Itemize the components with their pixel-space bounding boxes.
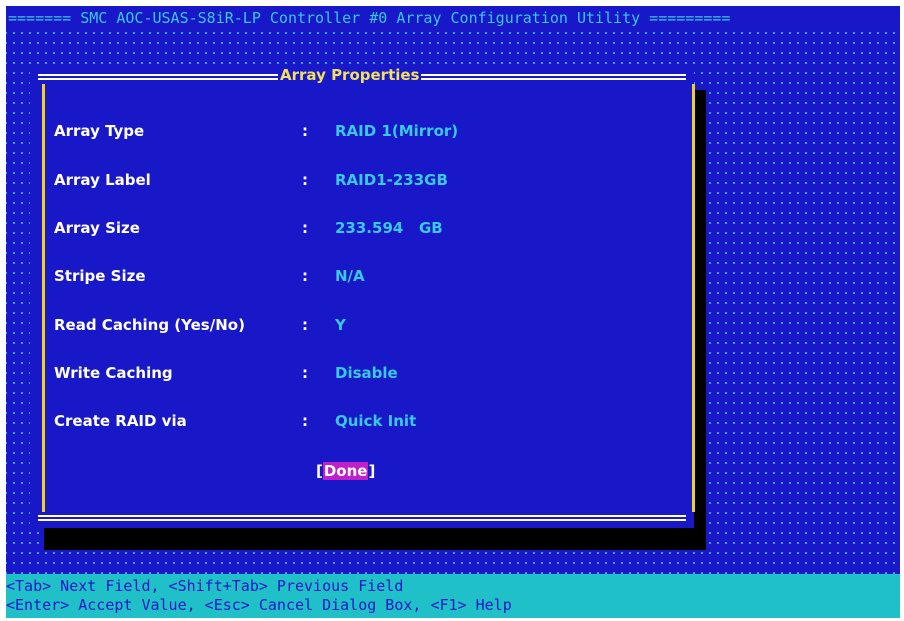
field-separator: : <box>302 122 308 140</box>
field-array-type[interactable]: Array Type : RAID 1(Mirror) <box>54 120 654 142</box>
field-write-caching[interactable]: Write Caching : Disable <box>54 362 654 384</box>
field-array-label[interactable]: Array Label : RAID1-233GB <box>54 169 654 191</box>
dialog-border-bottom-inner <box>38 519 686 521</box>
field-label: Read Caching (Yes/No) <box>54 316 245 334</box>
field-separator: : <box>302 267 308 285</box>
bios-screen: ======= SMC AOC-USAS-S8iR-LP Controller … <box>6 6 900 618</box>
field-value: Quick Init <box>335 412 417 430</box>
done-bracket-right: ] <box>368 462 376 480</box>
field-separator: : <box>302 219 308 237</box>
dialog-border-bottom <box>38 515 686 517</box>
help-line-navigation: <Tab> Next Field, <Shift+Tab> Previous F… <box>6 577 404 595</box>
field-read-caching[interactable]: Read Caching (Yes/No) : Y <box>54 314 654 336</box>
field-label: Array Type <box>54 122 145 140</box>
field-value: Disable <box>335 364 398 382</box>
field-array-size[interactable]: Array Size : 233.594 GB <box>54 217 654 239</box>
field-label: Create RAID via <box>54 412 187 430</box>
window-title: ======= SMC AOC-USAS-S8iR-LP Controller … <box>6 6 900 30</box>
array-properties-dialog: Array Properties Array Type : RAID 1(Mir… <box>30 66 695 528</box>
field-value: RAID 1(Mirror) <box>335 122 459 140</box>
field-label: Array Label <box>54 171 151 189</box>
dialog-border-right <box>692 84 695 512</box>
field-stripe-size[interactable]: Stripe Size : N/A <box>54 265 654 287</box>
done-button[interactable]: Done <box>322 462 369 480</box>
field-label: Stripe Size <box>54 267 146 285</box>
help-bar: <Tab> Next Field, <Shift+Tab> Previous F… <box>6 574 900 618</box>
dialog-border-left <box>42 84 45 512</box>
done-control: [Done] <box>316 460 375 482</box>
field-create-raid-via[interactable]: Create RAID via : Quick Init <box>54 410 654 432</box>
field-value: RAID1-233GB <box>335 171 448 189</box>
field-separator: : <box>302 412 308 430</box>
field-separator: : <box>302 171 308 189</box>
help-line-actions: <Enter> Accept Value, <Esc> Cancel Dialo… <box>6 596 512 614</box>
done-bracket-left: [ <box>316 462 323 480</box>
field-label: Write Caching <box>54 364 173 382</box>
field-label: Array Size <box>54 219 140 237</box>
field-separator: : <box>302 316 308 334</box>
field-value: Y <box>335 316 346 334</box>
field-value: 233.594 GB <box>335 219 443 237</box>
field-value: N/A <box>335 267 365 285</box>
field-separator: : <box>302 364 308 382</box>
dialog-title: Array Properties <box>278 66 422 84</box>
